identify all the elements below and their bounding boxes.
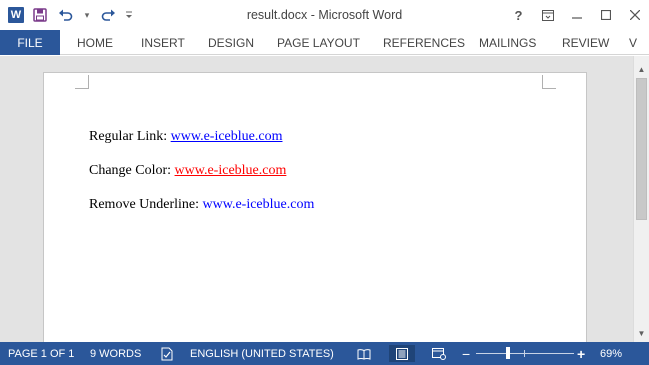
hyperlink-no-underline[interactable]: www.e-iceblue.com [203,197,315,212]
save-icon[interactable] [30,6,50,24]
paragraph-label: Change Color: [89,163,175,178]
undo-icon[interactable] [56,6,76,24]
word-app-icon[interactable]: W [8,7,24,23]
tab-page-layout[interactable]: PAGE LAYOUT [277,30,360,55]
minimize-icon[interactable] [562,0,591,30]
zoom-level[interactable]: 69% [600,342,622,365]
hyperlink-red[interactable]: www.e-iceblue.com [175,163,287,178]
paragraph-change-color: Change Color: www.e-iceblue.com [89,163,286,179]
zoom-slider-center-mark [524,350,525,357]
window-controls: ? [504,0,649,30]
tab-file[interactable]: FILE [0,30,60,55]
tab-view[interactable]: V [629,30,637,55]
paragraph-label: Remove Underline: [89,197,203,212]
document-page[interactable]: Regular Link: www.e-iceblue.com Change C… [43,72,587,342]
close-icon[interactable] [620,0,649,30]
vertical-scrollbar[interactable]: ▲ ▼ [633,56,649,342]
zoom-slider-thumb[interactable] [506,347,510,359]
web-layout-icon[interactable] [430,345,448,362]
tab-review[interactable]: REVIEW [562,30,609,55]
proofing-icon[interactable] [158,345,176,362]
language-indicator[interactable]: ENGLISH (UNITED STATES) [190,342,334,365]
page-count[interactable]: PAGE 1 OF 1 [8,342,74,365]
zoom-in-button[interactable]: + [577,342,585,365]
print-layout-icon[interactable] [389,345,415,362]
ribbon-tab-bar: FILE HOME INSERT DESIGN PAGE LAYOUT REFE… [0,30,649,55]
status-bar: PAGE 1 OF 1 9 WORDS ENGLISH (UNITED STAT… [0,342,649,365]
title-bar: W ▾ result.docx - Microsoft Word ? [0,0,649,30]
margin-mark-top-left [75,75,89,89]
paragraph-remove-underline: Remove Underline: www.e-iceblue.com [89,197,314,213]
tab-insert[interactable]: INSERT [141,30,185,55]
scroll-down-icon[interactable]: ▼ [634,326,649,340]
document-area: Regular Link: www.e-iceblue.com Change C… [0,56,633,342]
word-count[interactable]: 9 WORDS [90,342,141,365]
tab-mailings[interactable]: MAILINGS [479,30,536,55]
zoom-slider-track[interactable] [476,353,574,354]
tab-home[interactable]: HOME [77,30,113,55]
scrollbar-thumb[interactable] [636,78,647,220]
quick-access-toolbar: W ▾ [8,5,134,25]
help-button[interactable]: ? [504,0,533,30]
redo-icon[interactable] [98,6,118,24]
hyperlink-regular[interactable]: www.e-iceblue.com [171,129,283,144]
ribbon-display-options-icon[interactable] [533,0,562,30]
scroll-up-icon[interactable]: ▲ [634,62,649,76]
paragraph-regular-link: Regular Link: www.e-iceblue.com [89,129,282,145]
tab-design[interactable]: DESIGN [208,30,254,55]
maximize-icon[interactable] [591,0,620,30]
tab-references[interactable]: REFERENCES [383,30,465,55]
read-mode-icon[interactable] [355,345,373,362]
paragraph-label: Regular Link: [89,129,171,144]
undo-dropdown-icon[interactable]: ▾ [82,6,92,24]
margin-mark-top-right [542,75,556,89]
customize-qat-icon[interactable] [124,6,134,24]
zoom-out-button[interactable]: − [462,342,470,365]
